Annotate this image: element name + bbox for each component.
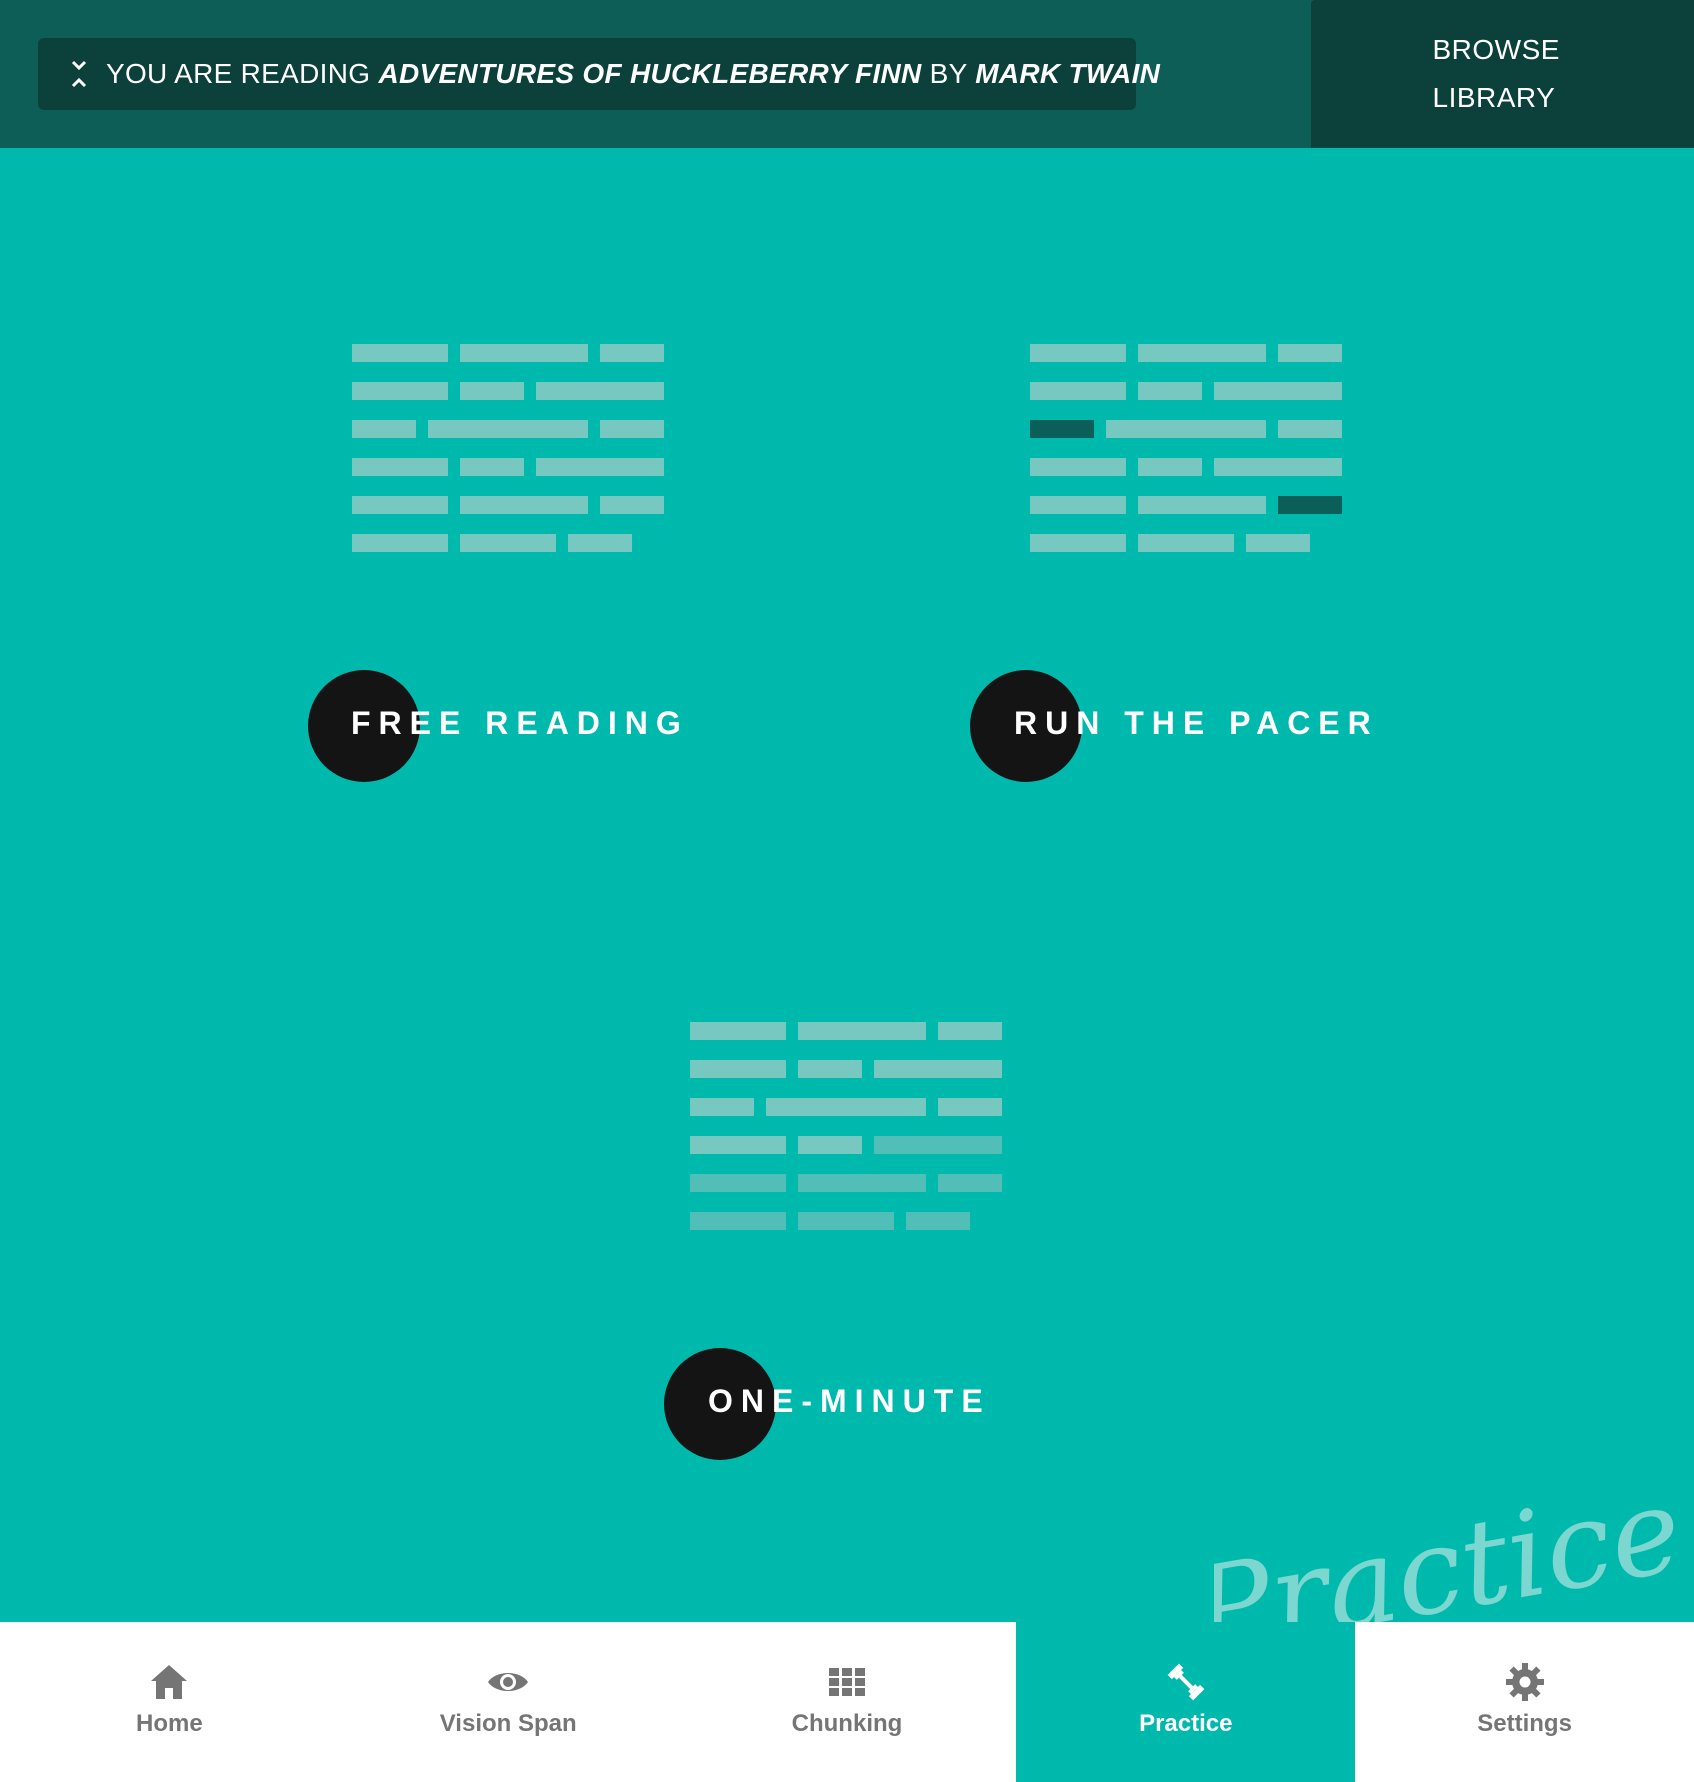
watermark-text: Practice [1214,1480,1691,1630]
browse-library-button[interactable]: BROWSE LIBRARY [1311,0,1694,148]
home-icon [147,1660,191,1704]
nav-vision-span[interactable]: Vision Span [339,1622,678,1782]
eye-icon [486,1660,530,1704]
by-text: BY [929,58,968,89]
free-reading-label: FREE READING [351,705,689,741]
nav-practice[interactable]: Practice [1016,1622,1356,1782]
one-minute-label: ONE-MINUTE [708,1383,991,1419]
dumbbell-icon [1164,1660,1208,1704]
bottom-navigation: Home Vision Span Chunking Practice Setti… [0,1622,1694,1782]
run-the-pacer-label: RUN THE PACER [1014,705,1379,741]
current-book-banner[interactable]: YOU ARE READING ADVENTURES OF HUCKLEBERR… [38,38,1160,110]
nav-label: Settings [1477,1710,1572,1737]
nav-settings[interactable]: Settings [1355,1622,1694,1782]
nav-home[interactable]: Home [0,1622,339,1782]
free-reading-card[interactable]: FREE READING [300,330,720,800]
top-bar: YOU ARE READING ADVENTURES OF HUCKLEBERR… [0,0,1694,148]
practice-watermark: Practice [1214,1480,1691,1630]
nav-chunking[interactable]: Chunking [678,1622,1017,1782]
collapse-arrows-icon[interactable] [68,54,90,94]
book-title: ADVENTURES OF HUCKLEBERRY FINN [378,58,922,89]
run-the-pacer-card[interactable]: RUN THE PACER [960,330,1380,800]
nav-label: Home [136,1710,203,1737]
gear-icon [1503,1660,1547,1704]
reading-status-text: YOU ARE READING ADVENTURES OF HUCKLEBERR… [106,58,1160,90]
browse-label-line2: LIBRARY [1432,82,1556,113]
nav-label: Chunking [791,1710,903,1737]
nav-label: Practice [1139,1710,1233,1737]
reading-prefix: YOU ARE READING [106,58,371,89]
browse-label-line1: BROWSE [1432,34,1560,65]
one-minute-card[interactable]: ONE-MINUTE [640,1008,1060,1478]
nav-label: Vision Span [439,1710,577,1737]
author-name: MARK TWAIN [975,58,1161,89]
grid-icon [825,1660,869,1704]
